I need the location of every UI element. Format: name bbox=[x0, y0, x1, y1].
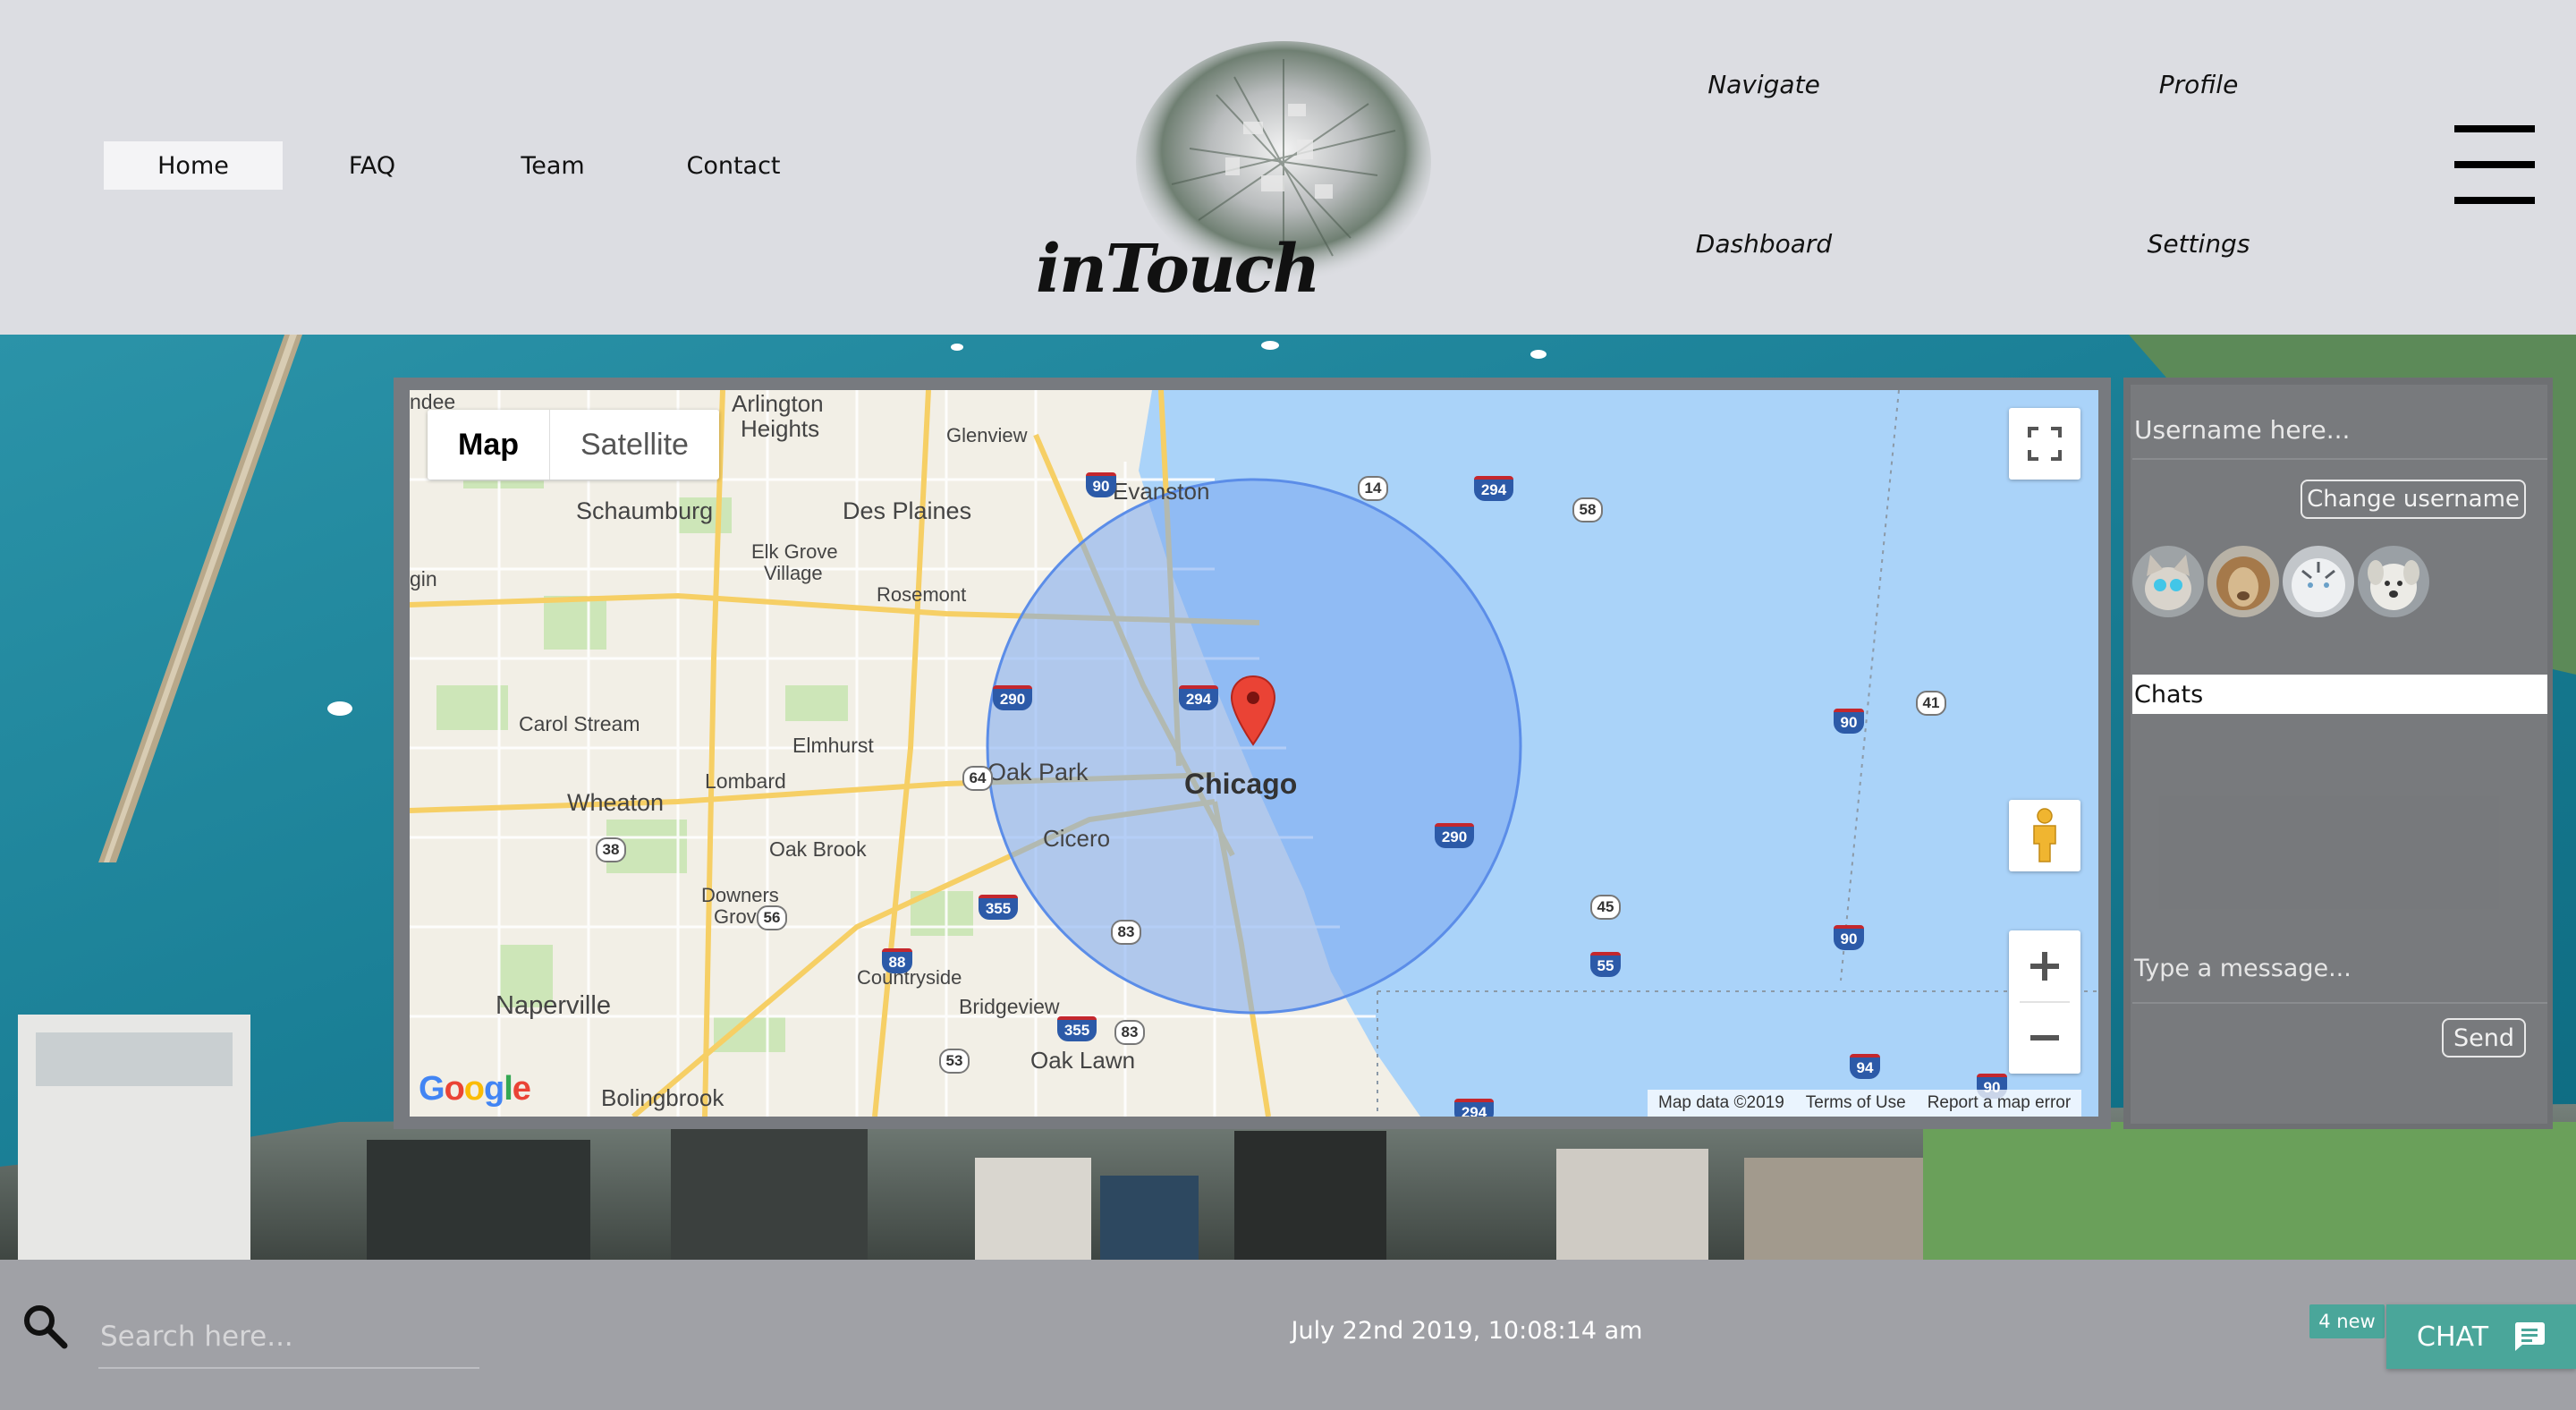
highway-shield: 64 bbox=[962, 766, 993, 791]
highway-shield: 55 bbox=[1590, 952, 1621, 977]
nav-team[interactable]: Team bbox=[463, 141, 642, 190]
nav-home[interactable]: Home bbox=[104, 141, 283, 190]
highway-shield: 38 bbox=[596, 837, 626, 862]
hamburger-menu-icon[interactable] bbox=[2454, 125, 2535, 204]
highway-shield: 90 bbox=[1834, 709, 1864, 734]
message-input[interactable]: Type a message... bbox=[2132, 934, 2547, 1004]
highway-shield: 14 bbox=[1358, 476, 1388, 501]
highway-shield: 294 bbox=[1454, 1099, 1494, 1117]
highway-shield: 56 bbox=[757, 905, 787, 930]
highway-shield: 45 bbox=[1590, 895, 1621, 920]
header: Home FAQ Team Contact inTouch Navigate P… bbox=[0, 0, 2576, 335]
google-logo[interactable]: Google bbox=[419, 1070, 531, 1108]
highway-shield: 83 bbox=[1111, 920, 1141, 945]
highway-shield: 290 bbox=[993, 685, 1032, 710]
menu-navigate[interactable]: Navigate bbox=[1648, 70, 1880, 99]
highway-shield: 290 bbox=[1435, 823, 1474, 848]
chat-button-label: CHAT bbox=[2417, 1321, 2489, 1353]
map-attribution: Map data ©2019 Terms of Use Report a map… bbox=[1648, 1090, 2082, 1117]
new-messages-badge: 4 new bbox=[2309, 1304, 2385, 1338]
send-button[interactable]: Send bbox=[2442, 1018, 2526, 1058]
dog-avatar[interactable] bbox=[2358, 546, 2429, 617]
lion-avatar[interactable] bbox=[2207, 546, 2279, 617]
highway-shield: 41 bbox=[1916, 691, 1946, 716]
highway-shield: 355 bbox=[979, 895, 1018, 920]
chat-launcher-button[interactable]: CHAT bbox=[2386, 1304, 2576, 1369]
fullscreen-button[interactable] bbox=[2009, 408, 2080, 480]
nav-contact[interactable]: Contact bbox=[644, 141, 823, 190]
location-pin-icon[interactable] bbox=[1230, 675, 1276, 746]
plus-icon bbox=[2030, 952, 2059, 981]
fullscreen-icon bbox=[2028, 427, 2062, 461]
map-data-text: Map data ©2019 bbox=[1658, 1093, 1784, 1112]
cat-avatar[interactable] bbox=[2132, 546, 2204, 617]
highway-shields: 90 14 294 58 290 294 41 90 64 290 38 355 45 56 83 88 55 9… bbox=[410, 390, 2098, 1117]
street-view-button[interactable] bbox=[2009, 800, 2080, 871]
map-type-map-tab[interactable]: Map bbox=[428, 410, 550, 480]
username-input[interactable]: Username here... bbox=[2132, 401, 2547, 460]
avatar-list bbox=[2132, 546, 2429, 617]
highway-shield: 294 bbox=[1474, 476, 1513, 501]
change-username-button[interactable]: Change username bbox=[2301, 480, 2526, 519]
zoom-in-button[interactable] bbox=[2009, 930, 2080, 1002]
highway-shield: 53 bbox=[939, 1049, 970, 1074]
timestamp: July 22nd 2019, 10:08:14 am bbox=[1291, 1317, 1643, 1345]
pegman-icon bbox=[2033, 808, 2056, 862]
search-input[interactable] bbox=[98, 1306, 479, 1369]
highway-shield: 294 bbox=[1179, 685, 1218, 710]
highway-shield: 90 bbox=[1834, 925, 1864, 950]
highway-shield: 58 bbox=[1572, 497, 1603, 522]
terms-of-use-link[interactable]: Terms of Use bbox=[1795, 1090, 1917, 1117]
highway-shield: 355 bbox=[1057, 1016, 1097, 1041]
chat-bubble-icon bbox=[2514, 1322, 2545, 1351]
zoom-control bbox=[2009, 930, 2080, 1074]
chats-tab[interactable]: Chats bbox=[2132, 675, 2547, 714]
report-map-error-link[interactable]: Report a map error bbox=[1917, 1090, 2082, 1117]
menu-settings[interactable]: Settings bbox=[2082, 229, 2315, 259]
minus-icon bbox=[2030, 1035, 2059, 1041]
zoom-out-button[interactable] bbox=[2009, 1002, 2080, 1074]
nav-faq[interactable]: FAQ bbox=[283, 141, 462, 190]
map-type-control: Map Satellite bbox=[428, 410, 719, 480]
map-view[interactable]: ndee Arlington Heights Glenview Evanston… bbox=[410, 390, 2098, 1117]
highway-shield: 90 bbox=[1086, 472, 1116, 497]
highway-shield: 88 bbox=[882, 948, 912, 973]
highway-shield: 83 bbox=[1114, 1020, 1145, 1045]
menu-dashboard[interactable]: Dashboard bbox=[1648, 229, 1880, 259]
menu-profile[interactable]: Profile bbox=[2082, 70, 2315, 99]
search-icon[interactable] bbox=[21, 1303, 68, 1349]
highway-shield: 94 bbox=[1850, 1054, 1880, 1079]
map-type-satellite-tab[interactable]: Satellite bbox=[550, 410, 719, 480]
tiger-avatar[interactable] bbox=[2283, 546, 2354, 617]
brand-logo-text[interactable]: inTouch bbox=[1036, 231, 1321, 308]
